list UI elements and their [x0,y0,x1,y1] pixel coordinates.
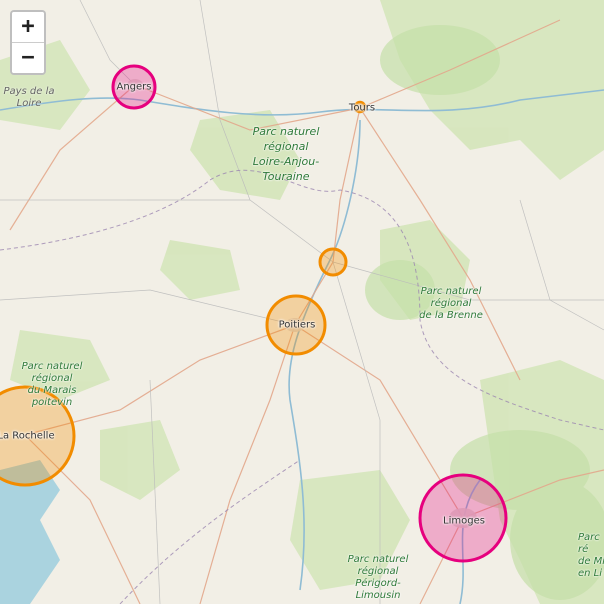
park-label-loire-anjou-touraine: Parc naturel régional Loire-Anjou- Toura… [252,125,320,183]
region-label-pays-de-la-loire: Pays de la Loire [3,86,55,109]
park-label-perigord-limousin: Parc naturel régional Périgord- Limousin [347,554,409,601]
zoom-in-button[interactable]: + [12,12,44,42]
marker-chatellerault [318,247,348,277]
city-label-limoges[interactable]: Limoges [443,516,485,527]
zoom-out-button[interactable]: − [12,42,44,73]
park-label-marais-poitevin: Parc naturel régional du Marais poitevin [21,361,83,408]
zoom-control: + − [10,10,46,75]
park-label-brenne: Parc naturel régional de la Brenne [419,286,483,321]
map-canvas[interactable]: Pays de la Loire Parc naturel régional L… [0,0,604,604]
park-label-edge-right: Parc ré de Mi en Li [578,532,604,579]
city-label-angers[interactable]: Angers [117,82,152,93]
city-label-tours[interactable]: Tours [349,103,375,114]
map-tiles [0,0,604,604]
city-label-la-rochelle[interactable]: La Rochelle [0,431,55,442]
city-label-poitiers[interactable]: Poitiers [279,320,316,331]
